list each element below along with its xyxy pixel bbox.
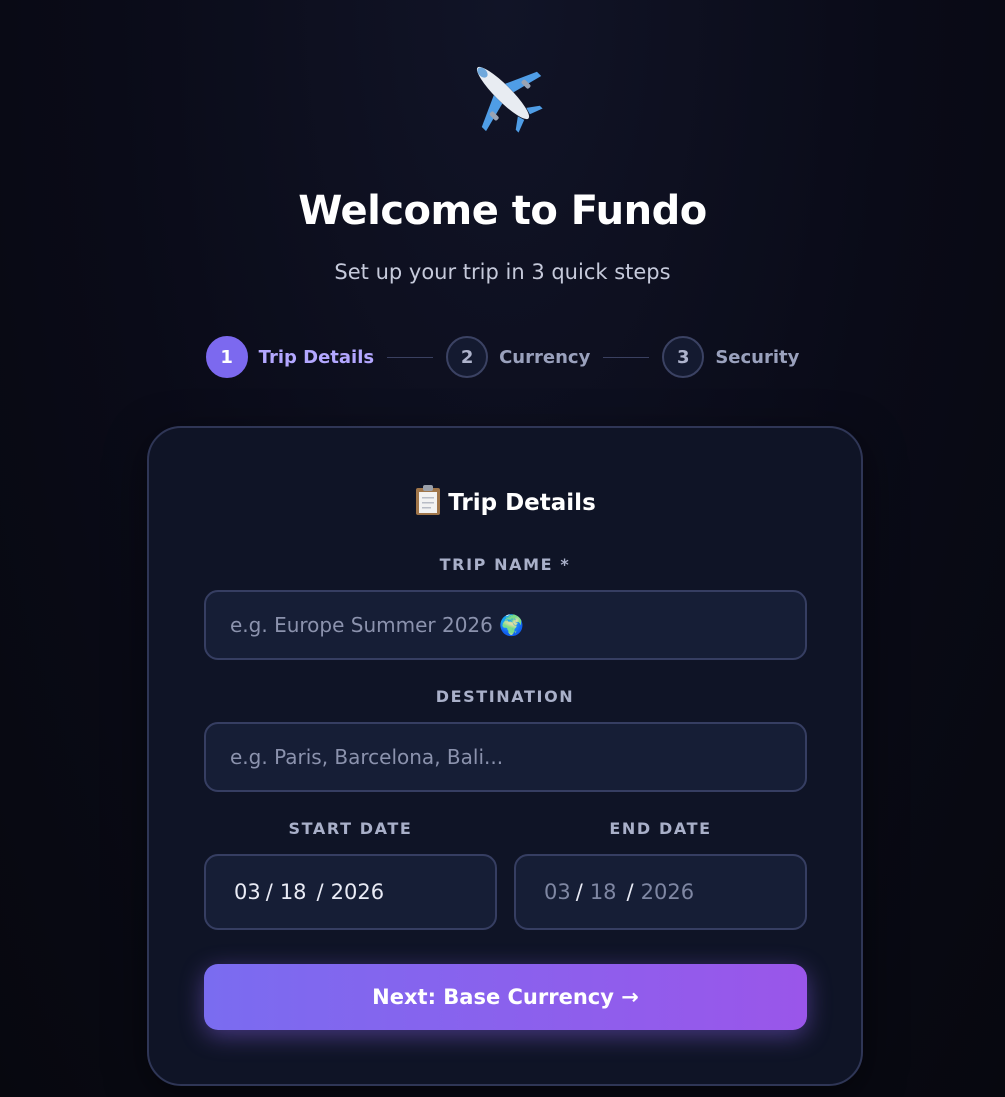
- destination-input[interactable]: [204, 722, 807, 792]
- card-title-text: Trip Details: [448, 490, 596, 516]
- end-date-day[interactable]: 18: [590, 880, 617, 904]
- step-number: 3: [662, 336, 705, 378]
- step-trip-details[interactable]: 1 Trip Details: [205, 336, 375, 378]
- end-date-month[interactable]: 03: [544, 880, 571, 904]
- trip-name-label: TRIP NAME *: [439, 555, 571, 574]
- progress-stepper: 1 Trip Details 2 Currency 3 Security: [0, 336, 1005, 378]
- step-security[interactable]: 3 Security: [662, 336, 799, 378]
- page-subtitle: Set up your trip in 3 quick steps: [334, 260, 671, 284]
- clipboard-icon: [414, 484, 442, 522]
- start-date-day[interactable]: 18: [280, 880, 307, 904]
- card-title: Trip Details: [149, 484, 861, 522]
- end-date-input[interactable]: 03/18/2026: [514, 854, 807, 930]
- step-connector: [387, 356, 434, 358]
- page-title: Welcome to Fundo: [298, 188, 707, 234]
- step-number: 1: [205, 336, 248, 378]
- start-date-input[interactable]: 03/18/2026: [204, 854, 497, 930]
- step-currency[interactable]: 2 Currency: [446, 336, 590, 378]
- end-date-year[interactable]: 2026: [641, 880, 694, 904]
- step-connector: [603, 356, 650, 358]
- step-label: Trip Details: [258, 346, 375, 368]
- start-date-month[interactable]: 03: [234, 880, 261, 904]
- step-number: 2: [446, 336, 489, 378]
- start-date-label: START DATE: [288, 819, 413, 838]
- trip-details-card: Trip Details TRIP NAME * DESTINATION STA…: [147, 426, 863, 1086]
- next-base-currency-button[interactable]: Next: Base Currency →: [204, 964, 807, 1030]
- end-date-label: END DATE: [609, 819, 712, 838]
- airplane-icon: [0, 48, 1005, 158]
- start-date-year[interactable]: 2026: [331, 880, 384, 904]
- step-label: Currency: [499, 346, 591, 368]
- step-label: Security: [715, 346, 800, 368]
- trip-name-input[interactable]: [204, 590, 807, 660]
- destination-label: DESTINATION: [435, 687, 575, 706]
